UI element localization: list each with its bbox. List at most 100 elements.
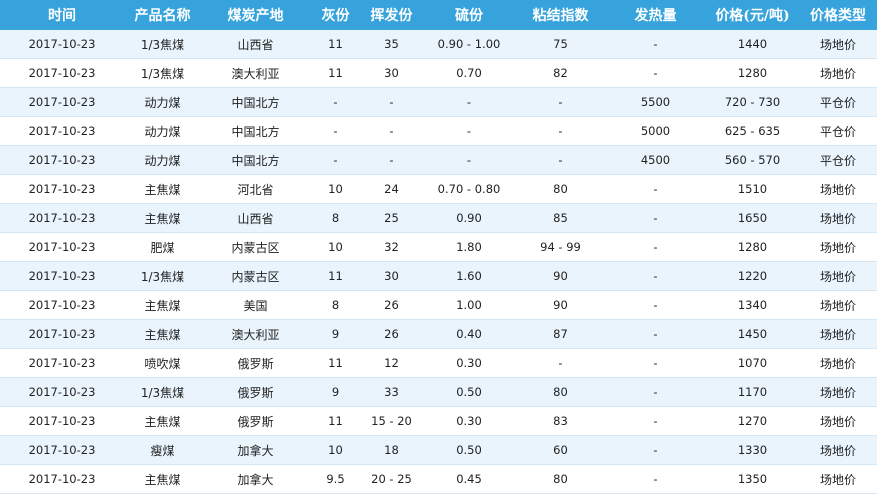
cell-date: 2017-10-23: [0, 145, 124, 175]
table-row: 2017-10-23 主焦煤 河北省 10 24 0.70 - 0.80 80-1510 场地…: [0, 174, 877, 204]
cell-caking-index: 83: [516, 406, 605, 436]
cell-sulfur: 1.60: [422, 261, 516, 291]
cell-product-name: 主焦煤: [124, 464, 201, 494]
cell-product-name: 主焦煤: [124, 319, 201, 349]
cell-price: 720 - 730: [706, 87, 799, 117]
cell-date: 2017-10-23: [0, 261, 124, 291]
header-price: 价格(元/吨): [706, 0, 799, 30]
table-row: 2017-10-23 主焦煤 美国 8 26 1.00 90-1340 场地价: [0, 290, 877, 320]
cell-ash: -: [310, 87, 361, 117]
coal-price-table: 时间 产品名称 煤炭产地 灰份 挥发份 硫份 粘结指数 发热量 价格(元/吨) …: [0, 0, 877, 494]
cell-price-type: 场地价: [799, 406, 877, 436]
cell-price: 1450: [706, 319, 799, 349]
cell-price: 1440: [706, 30, 799, 59]
table-row: 2017-10-23 动力煤 中国北方 - - - -5000 625 - 635 平仓价: [0, 116, 877, 146]
cell-volatile: 35: [361, 30, 422, 59]
cell-volatile: 32: [361, 232, 422, 262]
cell-price-type: 场地价: [799, 464, 877, 494]
cell-product-name: 喷吹煤: [124, 348, 201, 378]
table-row: 2017-10-23 动力煤 中国北方 - - - -4500 560 - 570 平仓价: [0, 145, 877, 175]
header-date: 时间: [0, 0, 124, 30]
cell-volatile: 26: [361, 290, 422, 320]
cell-ash: 11: [310, 58, 361, 88]
cell-sulfur: -: [422, 116, 516, 146]
table-row: 2017-10-23 肥煤 内蒙古区 10 32 1.80 94 - 99-1280 场地价: [0, 232, 877, 262]
cell-volatile: 25: [361, 203, 422, 233]
cell-origin: 山西省: [201, 203, 310, 233]
cell-origin: 俄罗斯: [201, 348, 310, 378]
cell-caking-index: 80: [516, 377, 605, 407]
cell-ash: 9.5: [310, 464, 361, 494]
cell-price: 625 - 635: [706, 116, 799, 146]
cell-calorific-value: -: [605, 58, 706, 88]
cell-origin: 中国北方: [201, 87, 310, 117]
cell-volatile: -: [361, 145, 422, 175]
cell-origin: 美国: [201, 290, 310, 320]
cell-ash: 10: [310, 232, 361, 262]
table-body: 2017-10-23 1/3焦煤 山西省 11 35 0.90 - 1.00 75-1440…: [0, 30, 877, 494]
cell-price-type: 场地价: [799, 30, 877, 59]
cell-volatile: 12: [361, 348, 422, 378]
cell-price: 560 - 570: [706, 145, 799, 175]
header-caking-index: 粘结指数: [516, 0, 605, 30]
cell-volatile: 20 - 25: [361, 464, 422, 494]
cell-sulfur: 0.70: [422, 58, 516, 88]
cell-caking-index: 75: [516, 30, 605, 59]
cell-ash: 11: [310, 261, 361, 291]
cell-ash: -: [310, 116, 361, 146]
cell-ash: 9: [310, 319, 361, 349]
cell-origin: 山西省: [201, 30, 310, 59]
cell-caking-index: 60: [516, 435, 605, 465]
cell-origin: 加拿大: [201, 435, 310, 465]
cell-caking-index: 80: [516, 174, 605, 204]
header-calorific-value: 发热量: [605, 0, 706, 30]
cell-date: 2017-10-23: [0, 87, 124, 117]
table-row: 2017-10-23 1/3焦煤 山西省 11 35 0.90 - 1.00 75-1440…: [0, 30, 877, 59]
header-product-name: 产品名称: [124, 0, 201, 30]
cell-calorific-value: -: [605, 377, 706, 407]
cell-origin: 内蒙古区: [201, 232, 310, 262]
cell-origin: 加拿大: [201, 464, 310, 494]
cell-sulfur: 0.30: [422, 406, 516, 436]
table-row: 2017-10-23 1/3焦煤 内蒙古区 11 30 1.60 90-1220 场地价: [0, 261, 877, 291]
cell-caking-index: -: [516, 145, 605, 175]
cell-product-name: 主焦煤: [124, 406, 201, 436]
cell-volatile: -: [361, 116, 422, 146]
cell-date: 2017-10-23: [0, 30, 124, 59]
header-row: 时间 产品名称 煤炭产地 灰份 挥发份 硫份 粘结指数 发热量 价格(元/吨) …: [0, 0, 877, 30]
cell-caking-index: 94 - 99: [516, 232, 605, 262]
cell-sulfur: 1.80: [422, 232, 516, 262]
cell-calorific-value: -: [605, 174, 706, 204]
cell-caking-index: -: [516, 87, 605, 117]
header-ash: 灰份: [310, 0, 361, 30]
cell-price-type: 场地价: [799, 348, 877, 378]
cell-price-type: 场地价: [799, 174, 877, 204]
cell-calorific-value: -: [605, 464, 706, 494]
table-row: 2017-10-23 1/3焦煤 澳大利亚 11 30 0.70 82-1280 场地价: [0, 58, 877, 88]
cell-price-type: 平仓价: [799, 145, 877, 175]
cell-caking-index: 87: [516, 319, 605, 349]
cell-date: 2017-10-23: [0, 290, 124, 320]
cell-caking-index: -: [516, 116, 605, 146]
cell-calorific-value: 4500: [605, 145, 706, 175]
cell-date: 2017-10-23: [0, 377, 124, 407]
cell-caking-index: 90: [516, 261, 605, 291]
cell-sulfur: 1.00: [422, 290, 516, 320]
cell-price-type: 场地价: [799, 203, 877, 233]
cell-product-name: 动力煤: [124, 116, 201, 146]
cell-volatile: 24: [361, 174, 422, 204]
cell-price-type: 平仓价: [799, 87, 877, 117]
cell-product-name: 1/3焦煤: [124, 30, 201, 59]
cell-date: 2017-10-23: [0, 319, 124, 349]
cell-origin: 俄罗斯: [201, 406, 310, 436]
cell-calorific-value: -: [605, 232, 706, 262]
cell-sulfur: 0.70 - 0.80: [422, 174, 516, 204]
table-row: 2017-10-23 1/3焦煤 俄罗斯 9 33 0.50 80-1170 场地价: [0, 377, 877, 407]
cell-volatile: 30: [361, 261, 422, 291]
cell-ash: 8: [310, 290, 361, 320]
cell-price: 1330: [706, 435, 799, 465]
cell-price: 1170: [706, 377, 799, 407]
cell-product-name: 动力煤: [124, 87, 201, 117]
cell-date: 2017-10-23: [0, 464, 124, 494]
cell-volatile: 30: [361, 58, 422, 88]
